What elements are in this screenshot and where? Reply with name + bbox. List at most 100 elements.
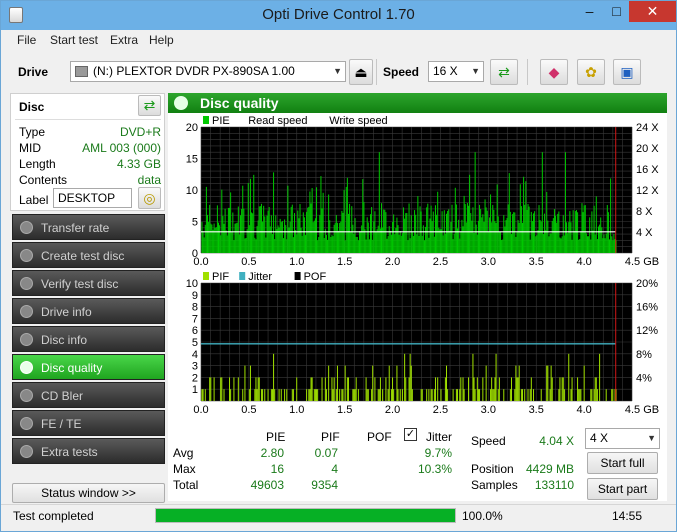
pie-bar [277, 225, 279, 253]
close-button[interactable]: ✕ [629, 1, 676, 22]
pie-bar [475, 224, 477, 253]
disc-contents-value: data [137, 173, 161, 187]
pie-bar [338, 230, 340, 253]
nav-verify-test-disc[interactable]: Verify test disc [12, 270, 165, 296]
refresh-speed-button[interactable]: ⇄ [490, 59, 518, 85]
pie-bar [369, 214, 371, 253]
pif-bar [520, 389, 522, 401]
y2-tick-label: 12 X [636, 185, 659, 197]
pif-bar [549, 389, 551, 401]
start-part-button[interactable]: Start part [587, 478, 658, 500]
pif-bar [331, 377, 333, 401]
pie-bar [404, 218, 406, 253]
pie-bar [286, 239, 288, 253]
pie-bar [280, 222, 282, 253]
menu-file[interactable]: File [17, 33, 36, 47]
pie-bar [229, 207, 231, 253]
x-tick-label: 2.5 [433, 256, 448, 268]
pie-bar [206, 214, 208, 253]
menu-help[interactable]: Help [149, 33, 174, 47]
nav-create-test-disc[interactable]: Create test disc [12, 242, 165, 268]
pie-bar [557, 213, 559, 253]
disc-refresh-button[interactable]: ⇄ [138, 95, 161, 116]
pif-bar [244, 365, 246, 401]
pif-bar [445, 365, 447, 401]
pif-bar [460, 377, 462, 401]
jitter-checkbox[interactable]: ✓ [404, 428, 417, 441]
menu-extra[interactable]: Extra [110, 33, 138, 47]
eject-button[interactable]: ⏏ [349, 59, 373, 85]
pie-bar [301, 235, 303, 253]
pif-bar [521, 389, 523, 401]
pie-bar [312, 222, 314, 253]
pie-bar [477, 220, 479, 253]
speed-result-label: Speed [471, 434, 506, 448]
pie-bar [496, 184, 498, 253]
pie-bar [472, 207, 474, 253]
pif-bar [495, 353, 497, 401]
pie-bar [270, 215, 272, 253]
speed-select[interactable]: 16 X ▼ [428, 61, 484, 82]
pie-bar [364, 229, 366, 253]
pif-bar [220, 377, 222, 401]
nav-cd-bler[interactable]: CD Bler [12, 382, 165, 408]
save-button[interactable]: ▣ [613, 59, 641, 85]
pie-bar [378, 152, 380, 253]
pie-bar [535, 236, 537, 253]
pif-bar [342, 389, 344, 401]
pie-bar [505, 220, 507, 253]
pie-chart: 0.0 0.5 1.0 1.5 2.0 2.5 3.0 3.5 4.0 4.5 GB2015105… [186, 115, 660, 268]
pie-bar [247, 182, 249, 253]
nav-extra-tests[interactable]: Extra tests [12, 438, 165, 464]
menu-start-test[interactable]: Start test [50, 33, 98, 47]
pie-bar [303, 217, 305, 253]
nav-fe-te[interactable]: FE / TE [12, 410, 165, 436]
pie-bar [366, 217, 368, 253]
erase-button[interactable]: ◆ [540, 59, 568, 85]
nav-label: Create test disc [41, 249, 125, 263]
disc-label-input[interactable]: DESKTOP [53, 188, 132, 208]
pie-bar [484, 199, 486, 253]
status-window-button[interactable]: Status window >> [12, 483, 165, 503]
pie-bar [530, 211, 532, 253]
start-full-button[interactable]: Start full [587, 452, 658, 474]
pie-bar [582, 212, 584, 253]
fe-te-icon [20, 417, 33, 430]
disc-type-value: DVD+R [119, 125, 161, 139]
pie-bar [495, 223, 497, 253]
nav-drive-info[interactable]: Drive info [12, 298, 165, 324]
nav-label: Verify test disc [41, 277, 119, 291]
pie-bar [330, 237, 332, 253]
y-tick-label: 4 [192, 349, 198, 361]
refresh-icon: ⇄ [498, 64, 510, 80]
minimize-button[interactable]: – [576, 1, 603, 22]
pie-bar [580, 232, 582, 253]
test-speed-select[interactable]: 4 X ▼ [585, 428, 660, 449]
pif-bar [503, 389, 505, 401]
disc-label-button[interactable]: ◎ [138, 187, 161, 209]
settings-button[interactable]: ✿ [577, 59, 605, 85]
pie-bar [459, 238, 461, 253]
drive-select[interactable]: (N:) PLEXTOR DVDR PX-890SA 1.00 ▼ [70, 61, 346, 82]
pif-bar [428, 389, 430, 401]
nav-disc-quality[interactable]: Disc quality [12, 354, 165, 380]
pie-bar [463, 195, 465, 253]
legend-label: POF [304, 271, 327, 283]
pie-bar [249, 178, 251, 253]
nav-disc-info[interactable]: Disc info [12, 326, 165, 352]
pie-bar [473, 232, 475, 253]
pif-bar [316, 389, 318, 401]
charts-svg: 0.0 0.5 1.0 1.5 2.0 2.5 3.0 3.5 4.0 4.5 GB2015105… [186, 115, 660, 416]
pif-bar [393, 389, 395, 401]
status-text: Test completed [13, 509, 94, 523]
pie-bar [284, 219, 286, 253]
maximize-button[interactable]: □ [603, 1, 630, 22]
pie-bar [310, 203, 312, 253]
pie-bar [410, 215, 412, 253]
nav-transfer-rate[interactable]: Transfer rate [12, 214, 165, 240]
pif-bar [286, 389, 288, 401]
pif-bar [202, 389, 204, 401]
pif-bar [434, 377, 436, 401]
drive-icon [75, 66, 88, 77]
pif-bar [540, 389, 542, 401]
